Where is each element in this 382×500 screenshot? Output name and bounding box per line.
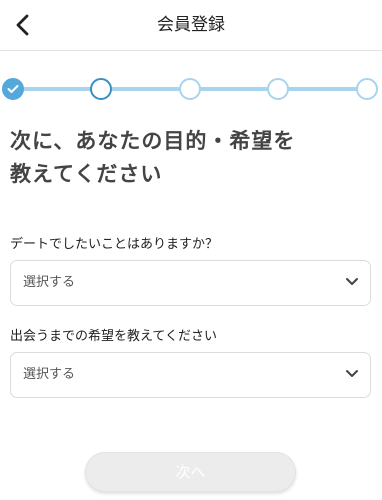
select-value: 選択する xyxy=(23,275,76,290)
select-value: 選択する xyxy=(23,367,76,382)
check-icon xyxy=(7,85,19,93)
meeting-preference-label: 出会うまでの希望を教えてください xyxy=(10,329,217,344)
step-5 xyxy=(356,78,378,100)
chevron-down-icon xyxy=(346,278,358,285)
page-title: 会員登録 xyxy=(157,15,225,35)
step-2-current xyxy=(90,78,112,100)
meeting-preference-select[interactable]: 選択する xyxy=(10,352,371,398)
lead-line-1: 次に、あなたの目的・希望を xyxy=(10,129,296,153)
progress-stepper xyxy=(0,78,382,100)
step-3 xyxy=(179,78,201,100)
step-connector xyxy=(111,87,180,91)
step-4 xyxy=(267,78,289,100)
lead-heading: 次に、あなたの目的・希望を 教えてください xyxy=(10,125,370,191)
step-connector xyxy=(287,87,357,91)
step-1-completed xyxy=(2,78,24,100)
chevron-down-icon xyxy=(346,370,358,377)
next-button[interactable]: 次へ xyxy=(85,452,296,492)
date-activity-select[interactable]: 選択する xyxy=(10,260,371,306)
app-header: 会員登録 xyxy=(0,0,382,51)
step-connector xyxy=(22,87,92,91)
date-question-label: デートでしたいことはありますか？ xyxy=(10,237,219,252)
lead-line-2: 教えてください xyxy=(10,162,163,186)
step-connector xyxy=(199,87,268,91)
